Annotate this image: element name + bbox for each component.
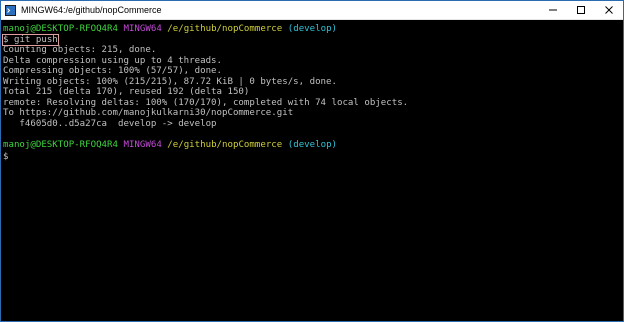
close-icon (605, 6, 613, 14)
mingw-app-icon[interactable] (5, 4, 16, 16)
prompt-branch: (develop) (287, 24, 338, 34)
prompt-line: manoj@DESKTOP-RFOQ4R4 MINGW64 /e/github/… (3, 140, 621, 151)
title-bar[interactable]: MINGW64:/e/github/nopCommerce (1, 1, 623, 20)
terminal-output[interactable]: manoj@DESKTOP-RFOQ4R4 MINGW64 /e/github/… (1, 20, 623, 321)
command-text: git push (13, 34, 58, 45)
window-controls (539, 1, 623, 19)
close-button[interactable] (595, 1, 623, 19)
command-highlight: $ git push (2, 33, 59, 46)
maximize-button[interactable] (567, 1, 595, 19)
command-line: $ git push (2, 33, 621, 46)
output-line: Compressing objects: 100% (57/57), done. (3, 66, 222, 76)
prompt-path: /e/github/nopCommerce (167, 24, 283, 34)
output-line: Total 215 (delta 170), reused 192 (delta… (3, 87, 250, 97)
output-line: remote: Resolving deltas: 100% (170/170)… (3, 97, 409, 108)
output-line: Delta compression using up to 4 threads. (3, 55, 222, 66)
output-line: Writing objects: 100% (215/215), 87.72 K… (3, 76, 337, 87)
maximize-icon (577, 6, 585, 14)
input-line[interactable]: $ (3, 150, 621, 162)
terminal-window: MINGW64:/e/github/nopCommerce manoj@DESK… (0, 0, 624, 322)
minimize-button[interactable] (539, 1, 567, 19)
window-title: MINGW64:/e/github/nopCommerce (21, 5, 162, 15)
prompt-path: /e/github/nopCommerce (167, 139, 283, 150)
minimize-icon (549, 9, 557, 11)
prompt-branch: (develop) (287, 139, 338, 150)
text-cursor (8, 150, 13, 159)
prompt-env: MINGW64 (123, 139, 162, 150)
prompt-user-host: manoj@DESKTOP-RFOQ4R4 (3, 24, 118, 34)
prompt-env: MINGW64 (123, 24, 162, 34)
command-prompt-symbol: $ (3, 34, 9, 45)
output-line: To https://github.com/manojkulkarni30/no… (3, 108, 294, 118)
output-line: Counting objects: 215, done. (3, 45, 157, 55)
prompt-user-host: manoj@DESKTOP-RFOQ4R4 (3, 139, 118, 150)
output-line: f4605d0..d5a27ca develop -> develop (3, 118, 217, 129)
prompt-line: manoj@DESKTOP-RFOQ4R4 MINGW64 /e/github/… (3, 24, 621, 35)
